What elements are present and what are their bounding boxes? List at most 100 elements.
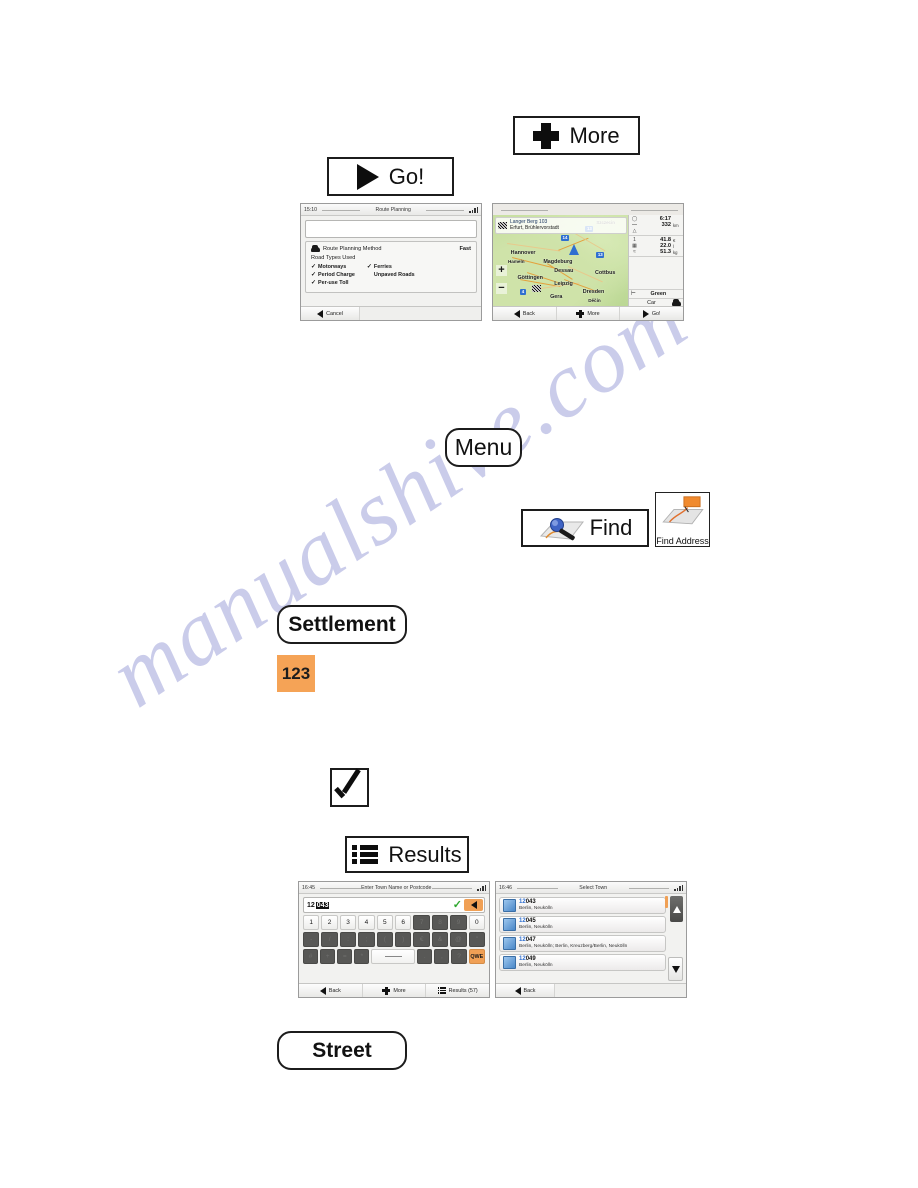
town-sub: Berlin, Neukölln [519,925,553,931]
road-type-item[interactable]: ✓ Per-use Toll [311,280,355,286]
town-list-item[interactable]: 12043 Berlin, Neukölln [499,897,666,914]
key-symbol: / [321,932,338,947]
find-button[interactable]: Find [521,509,649,547]
town-list-scrollbar[interactable] [665,896,683,981]
route-color-label: Green [650,291,667,297]
town-list-item[interactable]: 12047 Berlin, Neukölln; Berlin, Kreuzber… [499,935,666,952]
key-0[interactable]: 0 [468,915,486,930]
back-arrow-icon [514,986,521,995]
key-symbol: ; [358,932,375,947]
key-4[interactable]: 4 [358,915,375,930]
back-arrow-icon [513,309,520,318]
route-summary-field[interactable] [305,220,477,238]
key-2[interactable]: 2 [321,915,338,930]
map-body[interactable]: Hannover Hameln Magdeburg Dessau Götting… [493,215,683,307]
town-search-suggestion: 043 [315,901,330,909]
town-search-input[interactable]: 12 043 ✓ [303,897,485,913]
key-qwerty-toggle[interactable]: QWE [468,949,485,964]
road-type-item[interactable]: ✓ Period Charge [311,272,355,278]
key-6[interactable]: 6 [395,915,412,930]
route-cancel-button[interactable]: Cancel [301,307,360,320]
scroll-down-button[interactable] [668,957,683,981]
route-planning-screen[interactable]: 15:10 Route Planning Route Planning Meth… [300,203,482,321]
map-city-label: Magdeburg [543,259,573,266]
keyboard-screen[interactable]: 16:45 Enter Town Name or Postcode 12 043… [298,881,490,998]
back-arrow-icon [317,309,324,318]
map-city-label: Gera [550,294,563,301]
find-address-tile[interactable]: Find Address [655,492,710,547]
road-types-column-left: ✓ Motorways ✓ Period Charge ✓ Per-use To… [311,264,355,286]
map-city-label: Leipzig [554,281,573,288]
key-1[interactable]: 1 [303,915,320,930]
keyboard-back-label: Back [328,987,341,994]
more-button-label: More [569,122,620,148]
map-toolbar: Back More Go! [493,306,683,320]
keyboard-more-label: More [393,987,406,994]
map-canvas[interactable]: Hannover Hameln Magdeburg Dessau Götting… [493,215,629,307]
co2-value: 51.3 [660,249,671,255]
more-button[interactable]: More [513,116,640,155]
route-planning-title: Route Planning [320,207,466,213]
select-town-titlebar: 16:46 Select Town [496,882,686,894]
road-type-item[interactable]: ✓ Ferries [367,264,415,270]
plus-icon [533,122,560,149]
road-type-item[interactable]: ✓ Motorways [311,264,355,270]
key-9: 9 [450,915,467,930]
route-planning-method-row[interactable]: Route Planning Method Fast [311,244,471,252]
town-sub: Berlin, Neukölln [519,963,553,969]
magnifier-map-icon [538,512,586,544]
destination-city: Erfurt, Brühlervorstadt [510,225,559,232]
key-3[interactable]: 3 [339,915,357,930]
town-list-item[interactable]: 12045 Berlin, Neukölln [499,916,666,933]
signal-icon [674,884,683,891]
keyboard-row-2[interactable]: - / : ; ( ) € & @ " [303,932,486,947]
keyboard-toolbar: Back More Results (57) [299,983,489,997]
zoom-in-button[interactable]: + [496,264,507,276]
key-8: 8 [431,915,449,930]
settlement-button[interactable]: Settlement [277,605,407,644]
keyboard-row-1[interactable]: 1 2 3 4 5 6 7 8 9 0 [303,915,486,930]
confirm-check-icon[interactable]: ✓ [453,899,462,911]
done-button[interactable] [330,768,369,807]
results-button[interactable]: Results [345,836,469,873]
map-go-button[interactable]: Go! [620,307,683,320]
distance-unit: km [673,222,679,228]
town-icon [503,918,516,931]
town-list-item[interactable]: 12049 Berlin, Neukölln [499,954,666,971]
keyboard-back-button[interactable]: Back [299,984,363,997]
backspace-button[interactable] [464,899,483,911]
play-icon [642,309,649,318]
backspace-arrow-icon [470,901,477,909]
menu-button[interactable]: Menu [445,428,522,467]
town-sub: Berlin, Neukölln; Berlin, Kreuzberg/Berl… [519,944,628,950]
map-city-label: Cottbus [595,270,616,277]
map-screen[interactable]: Hannover Hameln Magdeburg Dessau Götting… [492,203,684,321]
select-town-screen[interactable]: 16:46 Select Town 12043 Berlin, Neukölln… [495,881,687,998]
route-color-row[interactable]: ⊢ Green [629,289,683,298]
key-symbol: + [320,949,336,964]
warning-icon: △ [632,228,637,234]
keyboard-results-button[interactable]: Results (57) [426,984,489,997]
keyboard-row-3[interactable]: # + = * . , ? QWE [303,949,485,964]
map-more-button[interactable]: More [556,307,621,320]
zoom-out-button[interactable]: − [496,283,507,295]
vehicle-position-arrow [569,243,580,255]
town-list[interactable]: 12043 Berlin, Neukölln 12045 Berlin, Neu… [496,894,686,971]
map-back-button[interactable]: Back [493,307,557,320]
go-button[interactable]: Go! [327,157,454,196]
keyboard-clock: 16:45 [302,884,315,891]
road-types-grid: ✓ Motorways ✓ Period Charge ✓ Per-use To… [311,264,471,286]
keyboard-more-button[interactable]: More [362,984,427,997]
keyboard-rows[interactable]: 1 2 3 4 5 6 7 8 9 0 - / : ; ( ) € & @ " … [299,915,489,964]
money-unit: € [673,237,676,243]
road-type-item[interactable]: ✓ Unpaved Roads [367,272,415,278]
destination-header[interactable]: Langer Berg 103 Erfurt, Brühlervorstadt [495,217,627,234]
key-5[interactable]: 5 [376,915,394,930]
signal-icon [469,206,478,213]
select-town-back-button[interactable]: Back [496,984,555,997]
scroll-up-button[interactable] [670,896,683,922]
map-go-label: Go! [651,310,661,317]
key-space[interactable] [371,949,416,964]
numeric-keyboard-button[interactable]: 123 [277,655,315,692]
street-button[interactable]: Street [277,1031,407,1070]
